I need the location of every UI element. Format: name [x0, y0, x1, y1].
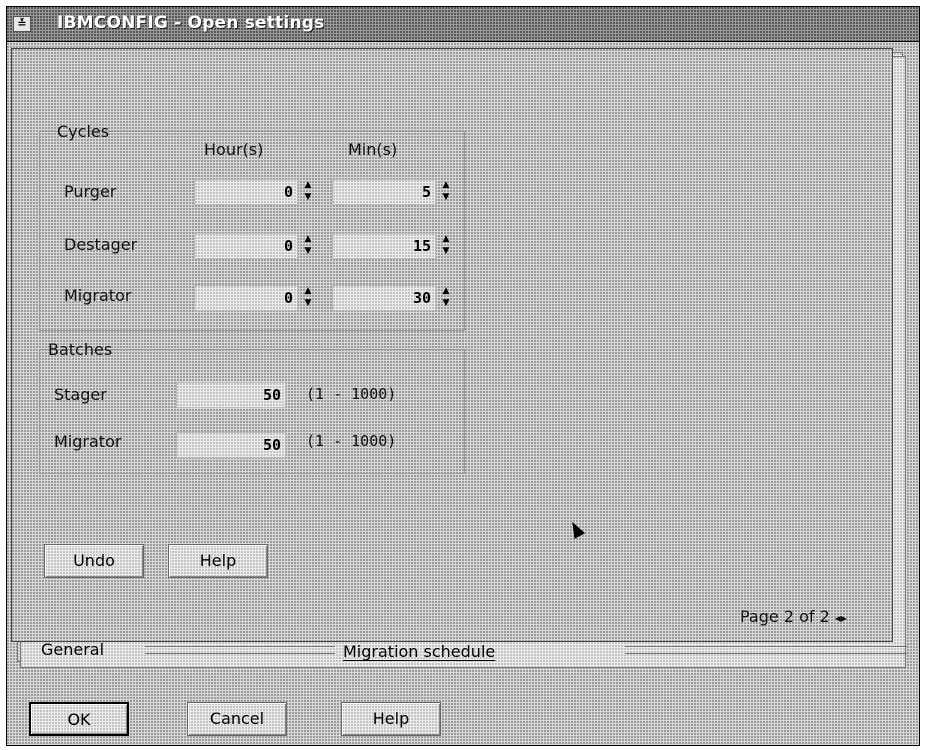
mouse-pointer-icon: [566, 519, 586, 539]
migrator-mins-field[interactable]: 30: [332, 285, 436, 311]
tab-general[interactable]: General: [41, 640, 104, 659]
spin-up-icon[interactable]: ▲: [440, 233, 452, 245]
destager-hours-spin[interactable]: ▲ ▼: [302, 233, 314, 259]
spin-up-icon[interactable]: ▲: [302, 285, 314, 297]
page-indicator-text: Page 2 of 2: [740, 607, 830, 626]
spin-up-icon[interactable]: ▲: [302, 179, 314, 191]
purger-hours-spin[interactable]: ▲ ▼: [302, 179, 314, 205]
stager-label: Stager: [54, 385, 107, 404]
migrator-mins-spin[interactable]: ▲ ▼: [440, 285, 452, 311]
undo-button[interactable]: Undo: [44, 544, 144, 578]
system-menu-icon[interactable]: ≚: [13, 16, 31, 32]
spin-down-icon[interactable]: ▼: [302, 297, 314, 309]
window-title: IBMCONFIG - Open settings: [57, 13, 325, 33]
stager-batch-field[interactable]: 50: [176, 382, 286, 408]
spin-down-icon[interactable]: ▼: [440, 297, 452, 309]
batches-group-label: Batches: [48, 340, 113, 359]
migrator-range-label: (1 - 1000): [306, 432, 397, 450]
dialog-help-button[interactable]: Help: [341, 702, 441, 736]
migrator-cycle-label: Migrator: [64, 286, 132, 305]
tab-strip-right: [625, 646, 907, 654]
spin-down-icon[interactable]: ▼: [302, 245, 314, 257]
destager-hours-field[interactable]: 0: [194, 233, 298, 259]
purger-mins-spin[interactable]: ▲ ▼: [440, 179, 452, 205]
settings-window: ≚ IBMCONFIG - Open settings Cycles Hour(…: [6, 6, 920, 746]
destager-label: Destager: [64, 235, 138, 254]
notebook-page: Cycles Hour(s) Min(s) Purger 0 ▲ ▼ 5 ▲ ▼ D…: [11, 48, 893, 642]
migrator-hours-spin[interactable]: ▲ ▼: [302, 285, 314, 311]
migrator-batch-label: Migrator: [54, 432, 122, 451]
cancel-button[interactable]: Cancel: [187, 702, 287, 736]
tab-strip-left: [145, 646, 335, 654]
title-bar[interactable]: ≚ IBMCONFIG - Open settings: [7, 7, 919, 42]
purger-label: Purger: [64, 182, 117, 201]
spin-down-icon[interactable]: ▼: [302, 191, 314, 203]
client-area: Cycles Hour(s) Min(s) Purger 0 ▲ ▼ 5 ▲ ▼ D…: [7, 42, 919, 745]
migrator-hours-field[interactable]: 0: [194, 285, 298, 311]
tab-migration-schedule[interactable]: Migration schedule: [343, 642, 495, 661]
migrator-batch-field[interactable]: 50: [176, 432, 286, 458]
ok-button[interactable]: OK: [29, 702, 129, 736]
page-next-icon[interactable]: ▸: [841, 611, 847, 625]
hours-column-header: Hour(s): [204, 140, 264, 159]
page-indicator: Page 2 of 2 ◂▸: [740, 607, 847, 626]
spin-up-icon[interactable]: ▲: [302, 233, 314, 245]
destager-mins-field[interactable]: 15: [332, 233, 436, 259]
spin-down-icon[interactable]: ▼: [440, 191, 452, 203]
page-help-button[interactable]: Help: [168, 544, 268, 578]
spin-up-icon[interactable]: ▲: [440, 285, 452, 297]
destager-mins-spin[interactable]: ▲ ▼: [440, 233, 452, 259]
stager-range-label: (1 - 1000): [306, 385, 397, 403]
purger-mins-field[interactable]: 5: [332, 179, 436, 205]
spin-up-icon[interactable]: ▲: [440, 179, 452, 191]
cycles-group-label: Cycles: [57, 122, 110, 141]
spin-down-icon[interactable]: ▼: [440, 245, 452, 257]
mins-column-header: Min(s): [348, 140, 398, 159]
purger-hours-field[interactable]: 0: [194, 179, 298, 205]
